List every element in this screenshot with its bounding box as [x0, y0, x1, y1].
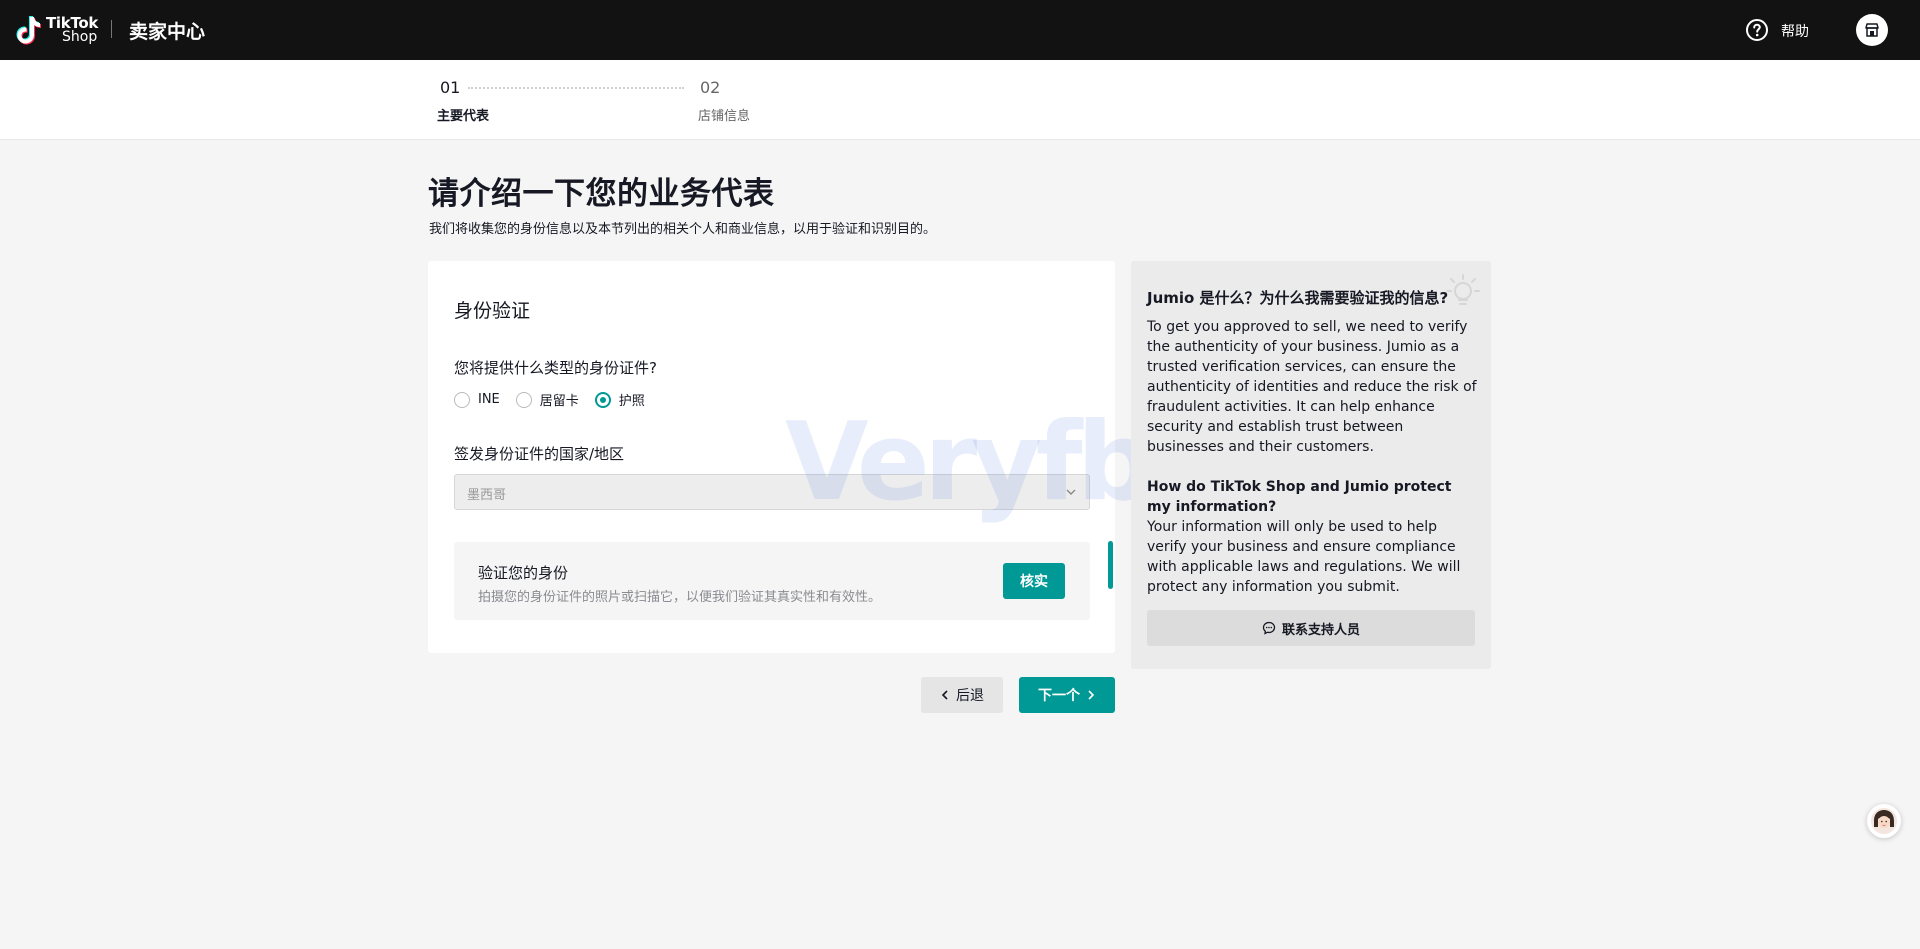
- radio-passport-circle[interactable]: [594, 391, 611, 408]
- assistant-avatar-icon: [1871, 808, 1897, 834]
- side-panel-paragraph-1: To get you approved to sell, we need to …: [1147, 319, 1477, 455]
- seller-center-title: 卖家中心: [129, 21, 206, 43]
- step-1-label: 主要代表: [437, 109, 490, 124]
- back-button[interactable]: 后退: [921, 677, 1003, 713]
- side-panel-heading-2: How do TikTok Shop and Jumio protect my …: [1147, 479, 1452, 515]
- store-icon: [1865, 23, 1879, 37]
- next-button[interactable]: 下一个: [1019, 677, 1115, 713]
- back-button-label: 后退: [956, 688, 984, 704]
- radio-ine-circle[interactable]: [454, 391, 470, 408]
- logo-wordmark: TikTok Shop: [46, 14, 99, 45]
- radio-residence-card-circle[interactable]: [515, 391, 532, 408]
- assistant-avatar-button[interactable]: [1867, 804, 1901, 838]
- verify-title: 验证您的身份: [478, 564, 569, 582]
- id-type-radio-group: INE 居留卡 护照: [454, 390, 661, 409]
- watermark: Veryfb: [785, 400, 1154, 525]
- logo-line1: TikTok: [46, 14, 99, 32]
- help-circle-icon[interactable]: [1745, 18, 1769, 42]
- contact-support-label: 联系支持人员: [1281, 622, 1360, 638]
- side-panel-title: Jumio 是什么？为什么我需要验证我的信息?: [1147, 289, 1449, 307]
- side-panel-paragraph-2: Your information will only be used to he…: [1147, 519, 1461, 595]
- tiktok-shop-logo[interactable]: TikTok Shop: [14, 14, 98, 46]
- chat-bubble-icon: [1262, 621, 1276, 635]
- chevron-right-icon: [1088, 690, 1095, 700]
- radio-passport[interactable]: 护照: [594, 390, 645, 409]
- jumio-info-panel: Jumio 是什么？为什么我需要验证我的信息? To get you appro…: [1131, 261, 1491, 669]
- radio-passport-label: 护照: [618, 394, 645, 409]
- radio-ine[interactable]: INE: [454, 391, 500, 408]
- lightbulb-decoration-icon: [1446, 274, 1480, 305]
- step-2-label: 店铺信息: [698, 109, 751, 124]
- country-select-value: 墨西哥: [467, 488, 507, 503]
- verify-description: 拍摄您的身份证件的照片或扫描它，以便我们验证其真实性和有效性。: [478, 590, 882, 605]
- step-connector: [468, 87, 684, 89]
- page-subtitle: 我们将收集您的身份信息以及本节列出的相关个人和商业信息，以用于验证和识别目的。: [429, 222, 937, 237]
- country-label: 签发身份证件的国家/地区: [454, 445, 625, 463]
- step-2-number: 02: [700, 78, 721, 97]
- id-type-label: 您将提供什么类型的身份证件?: [454, 359, 657, 377]
- radio-ine-label: INE: [478, 392, 500, 407]
- step-1-number: 01: [440, 78, 461, 97]
- next-button-label: 下一个: [1038, 688, 1080, 704]
- chevron-left-icon: [941, 690, 948, 700]
- logo-divider: [111, 20, 112, 38]
- logo-line2: Shop: [62, 29, 98, 45]
- contact-support-button[interactable]: 联系支持人员: [1147, 610, 1475, 646]
- verify-button[interactable]: 核实: [1003, 563, 1065, 599]
- radio-residence-card[interactable]: 居留卡: [515, 390, 579, 409]
- page-title: 请介绍一下您的业务代表: [428, 176, 775, 212]
- radio-residence-card-label: 居留卡: [539, 394, 579, 409]
- scroll-handle[interactable]: [1108, 541, 1113, 589]
- tiktok-logo-icon: [16, 16, 41, 45]
- progress-stepper: 01 02 主要代表 店铺信息: [0, 60, 1920, 140]
- top-bar: TikTok Shop 卖家中心 帮助: [0, 0, 1920, 60]
- verify-identity-box: 验证您的身份 拍摄您的身份证件的照片或扫描它，以便我们验证其真实性和有效性。 核…: [454, 542, 1090, 620]
- help-link[interactable]: 帮助: [1781, 21, 1809, 41]
- store-avatar-button[interactable]: [1856, 14, 1888, 46]
- section-title: 身份验证: [454, 300, 531, 322]
